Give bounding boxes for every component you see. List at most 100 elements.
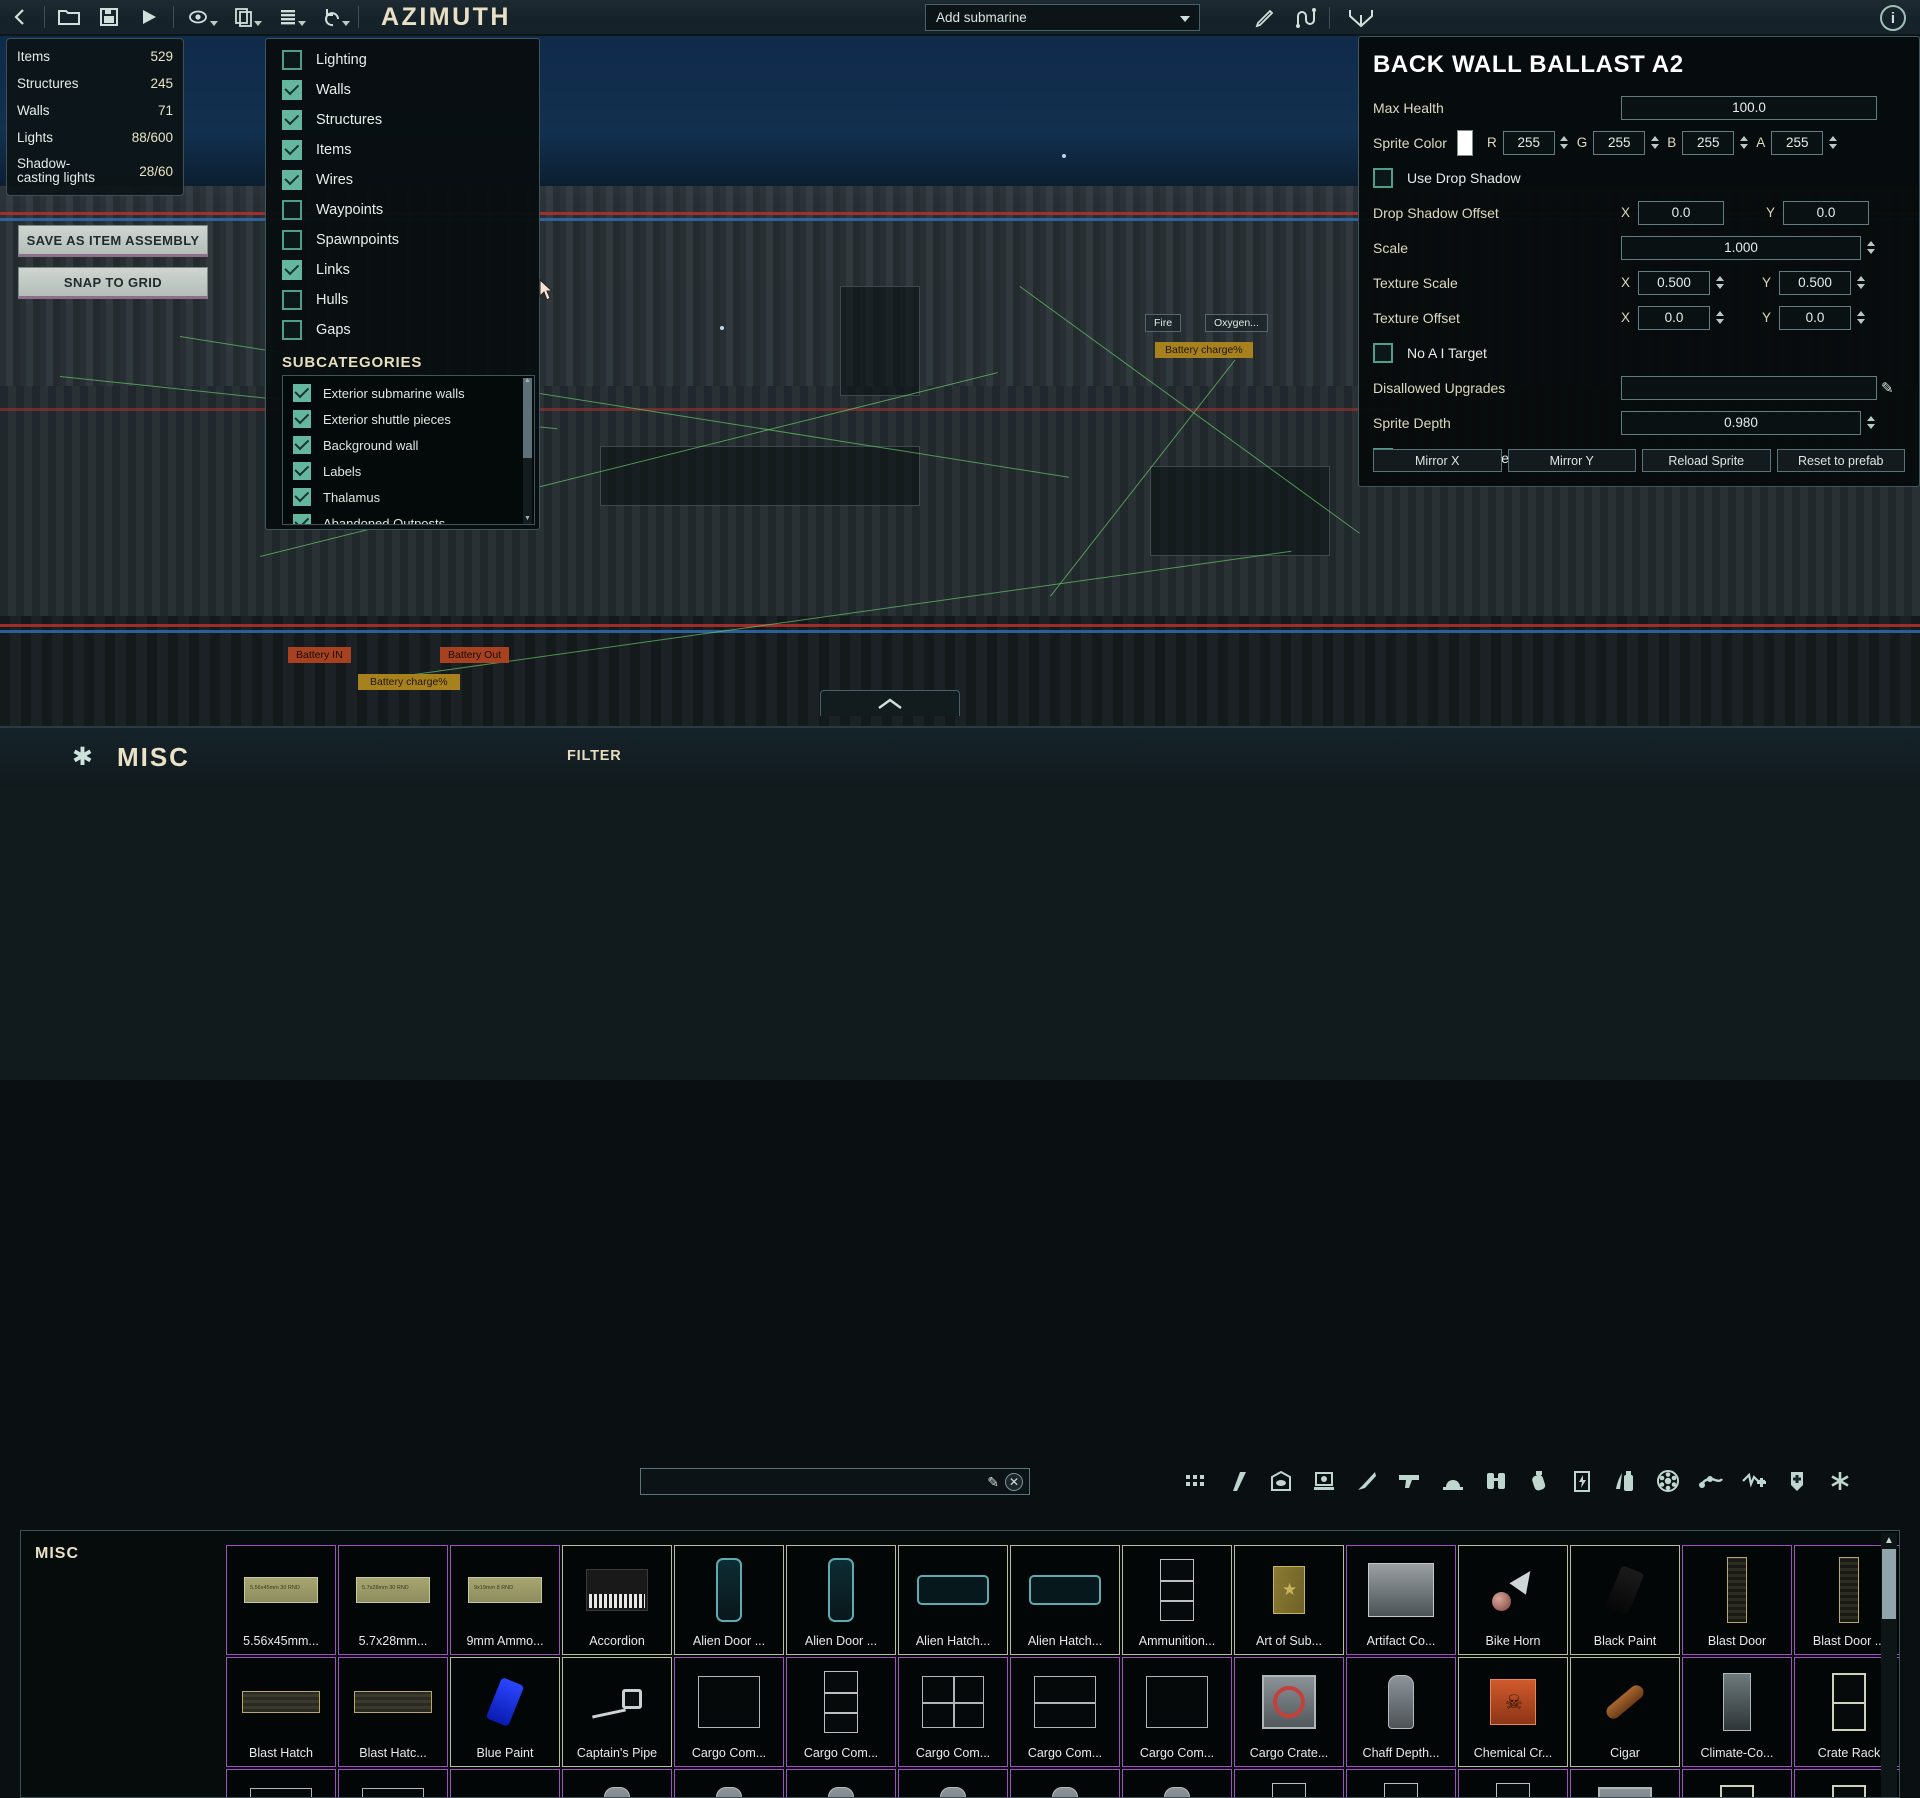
item-grid-cell[interactable] — [1234, 1769, 1344, 1797]
no-ai-target-checkbox[interactable] — [1373, 342, 1393, 363]
checkbox[interactable] — [282, 140, 302, 160]
item-grid-cell[interactable]: Cargo Com... — [1122, 1657, 1232, 1767]
item-grid-cell[interactable]: 5.56x45mm 30 RND 5.56x45mm... — [226, 1545, 336, 1655]
texture-offset-x-stepper[interactable] — [1713, 306, 1726, 330]
property-use-drop-shadow[interactable]: Use Drop Shadow — [1373, 163, 1899, 192]
item-grid-cell[interactable]: Cargo Com... — [786, 1657, 896, 1767]
plant-icon[interactable] — [1698, 1468, 1724, 1494]
medical-icon[interactable] — [1741, 1468, 1767, 1494]
color-g-stepper[interactable] — [1648, 131, 1661, 155]
checkbox[interactable] — [293, 514, 311, 524]
item-grid-cell[interactable]: Cargo Com... — [674, 1657, 784, 1767]
crate-icon[interactable] — [1268, 1468, 1294, 1494]
reset-to-prefab-button[interactable]: Reset to prefab — [1776, 449, 1905, 472]
scroll-down-icon[interactable]: ▼ — [523, 515, 532, 523]
item-grid-cell[interactable]: Black Paint — [1570, 1545, 1680, 1655]
texture-scale-y-stepper[interactable] — [1854, 271, 1867, 295]
item-grid-cell[interactable]: Ammunition... — [1122, 1545, 1232, 1655]
subcategory-row[interactable]: Labels — [283, 458, 534, 484]
sprite-depth-input[interactable]: 0.980 — [1621, 410, 1861, 435]
item-grid-cell[interactable]: Cigar — [1570, 1657, 1680, 1767]
view-filter-wires[interactable]: Wires — [266, 165, 539, 195]
view-filter-lighting[interactable]: Lighting — [266, 45, 539, 75]
scrollbar-thumb[interactable] — [523, 378, 532, 458]
drop-shadow-offset-x-input[interactable]: 0.0 — [1638, 200, 1725, 225]
max-health-input[interactable]: 100.0 — [1621, 95, 1877, 120]
color-r-stepper[interactable] — [1558, 131, 1571, 155]
property-no-ai-target[interactable]: No A I Target — [1373, 338, 1899, 367]
checkbox[interactable] — [282, 320, 302, 340]
item-grid-cell[interactable]: Blast Hatch — [226, 1657, 336, 1767]
checkbox[interactable] — [293, 488, 311, 506]
item-grid-cell[interactable] — [562, 1769, 672, 1797]
pencil-tool-icon[interactable] — [1245, 1, 1285, 35]
item-grid[interactable]: MISC 5.56x45mm 30 RND 5.56x45mm... 5.7x28m… — [20, 1530, 1900, 1798]
item-grid-cell[interactable]: Cargo Com... — [898, 1657, 1008, 1767]
coffin-icon[interactable] — [1784, 1468, 1810, 1494]
subcategory-row[interactable]: Exterior submarine walls — [283, 380, 534, 406]
use-drop-shadow-checkbox[interactable] — [1373, 167, 1393, 188]
electronics-icon[interactable] — [1311, 1468, 1337, 1494]
scale-input[interactable]: 1.000 — [1621, 235, 1861, 260]
item-grid-cell[interactable]: 5.7x28mm 30 RND 5.7x28mm... — [338, 1545, 448, 1655]
play-icon[interactable] — [129, 0, 169, 34]
scale-stepper[interactable] — [1864, 236, 1877, 260]
filter-input[interactable]: ✎ ✕ — [640, 1468, 1030, 1495]
checkbox[interactable] — [293, 436, 311, 454]
scrollbar-thumb[interactable] — [1882, 1549, 1896, 1619]
view-filter-gaps[interactable]: Gaps — [266, 315, 539, 345]
subcategory-row[interactable]: Background wall — [283, 432, 534, 458]
clear-filter-icon[interactable]: ✕ — [1005, 1473, 1023, 1491]
color-b-input[interactable]: 255 — [1682, 130, 1735, 155]
collapse-bottom-panel-button[interactable] — [820, 690, 960, 716]
checkbox[interactable] — [282, 260, 302, 280]
view-filter-walls[interactable]: Walls — [266, 75, 539, 105]
wrench-tool-icon[interactable] — [1334, 1, 1388, 35]
pencil-icon[interactable]: ✎ — [987, 1474, 999, 1491]
subcategories-scrollbar[interactable] — [523, 378, 532, 524]
scroll-up-icon[interactable]: ▲ — [1882, 1534, 1896, 1548]
view-filter-waypoints[interactable]: Waypoints — [266, 195, 539, 225]
item-grid-cell[interactable]: Chemical Cr... — [1458, 1657, 1568, 1767]
save-icon[interactable] — [89, 0, 129, 34]
item-grid-cell[interactable] — [226, 1769, 336, 1797]
item-grid-cell[interactable]: Alien Hatch... — [1010, 1545, 1120, 1655]
item-grid-cell[interactable] — [1682, 1769, 1792, 1797]
item-grid-cell[interactable]: Bike Horn — [1458, 1545, 1568, 1655]
sprite-color-swatch[interactable] — [1457, 129, 1473, 156]
item-grid-cell[interactable]: Blue Paint — [450, 1657, 560, 1767]
item-grid-cell[interactable]: Captain's Pipe — [562, 1657, 672, 1767]
mirror-x-button[interactable]: Mirror X — [1373, 449, 1502, 472]
item-grid-cell[interactable] — [1346, 1769, 1456, 1797]
sprite-depth-stepper[interactable] — [1864, 411, 1877, 435]
diving-helmet-icon[interactable] — [1440, 1468, 1466, 1494]
battery-icon[interactable] — [1569, 1468, 1595, 1494]
color-b-stepper[interactable] — [1737, 131, 1750, 155]
item-grid-cell[interactable]: Alien Door ... — [786, 1545, 896, 1655]
checkbox[interactable] — [293, 384, 311, 402]
color-a-stepper[interactable] — [1826, 131, 1839, 155]
pencil-icon[interactable]: ✎ — [1881, 379, 1894, 397]
color-r-input[interactable]: 255 — [1502, 130, 1555, 155]
checkbox[interactable] — [282, 110, 302, 130]
item-grid-cell[interactable]: Blast Door — [1682, 1545, 1792, 1655]
item-grid-cell[interactable] — [450, 1769, 560, 1797]
item-grid-cell[interactable] — [1570, 1769, 1680, 1797]
item-grid-cell[interactable]: Chaff Depth... — [1346, 1657, 1456, 1767]
checkbox[interactable] — [282, 80, 302, 100]
wire-tool-icon[interactable] — [1285, 1, 1325, 35]
item-grid-cell[interactable]: 9x19mm 8 RND 9mm Ammo... — [450, 1545, 560, 1655]
item-grid-cell[interactable]: Blast Hatc... — [338, 1657, 448, 1767]
texture-scale-x-input[interactable]: 0.500 — [1638, 270, 1711, 295]
back-button[interactable] — [0, 0, 40, 34]
view-filter-spawnpoints[interactable]: Spawnpoints — [266, 225, 539, 255]
undo-dropdown[interactable] — [310, 0, 354, 34]
subcategory-row[interactable]: Exterior shuttle pieces — [283, 406, 534, 432]
item-grid-cell[interactable] — [786, 1769, 896, 1797]
item-grid-cell[interactable]: Accordion — [562, 1545, 672, 1655]
item-grid-cell[interactable]: Art of Sub... — [1234, 1545, 1344, 1655]
open-file-icon[interactable] — [49, 0, 89, 34]
item-grid-cell[interactable]: Alien Hatch... — [898, 1545, 1008, 1655]
texture-offset-y-input[interactable]: 0.0 — [1779, 305, 1852, 330]
bottle-icon[interactable] — [1612, 1468, 1638, 1494]
